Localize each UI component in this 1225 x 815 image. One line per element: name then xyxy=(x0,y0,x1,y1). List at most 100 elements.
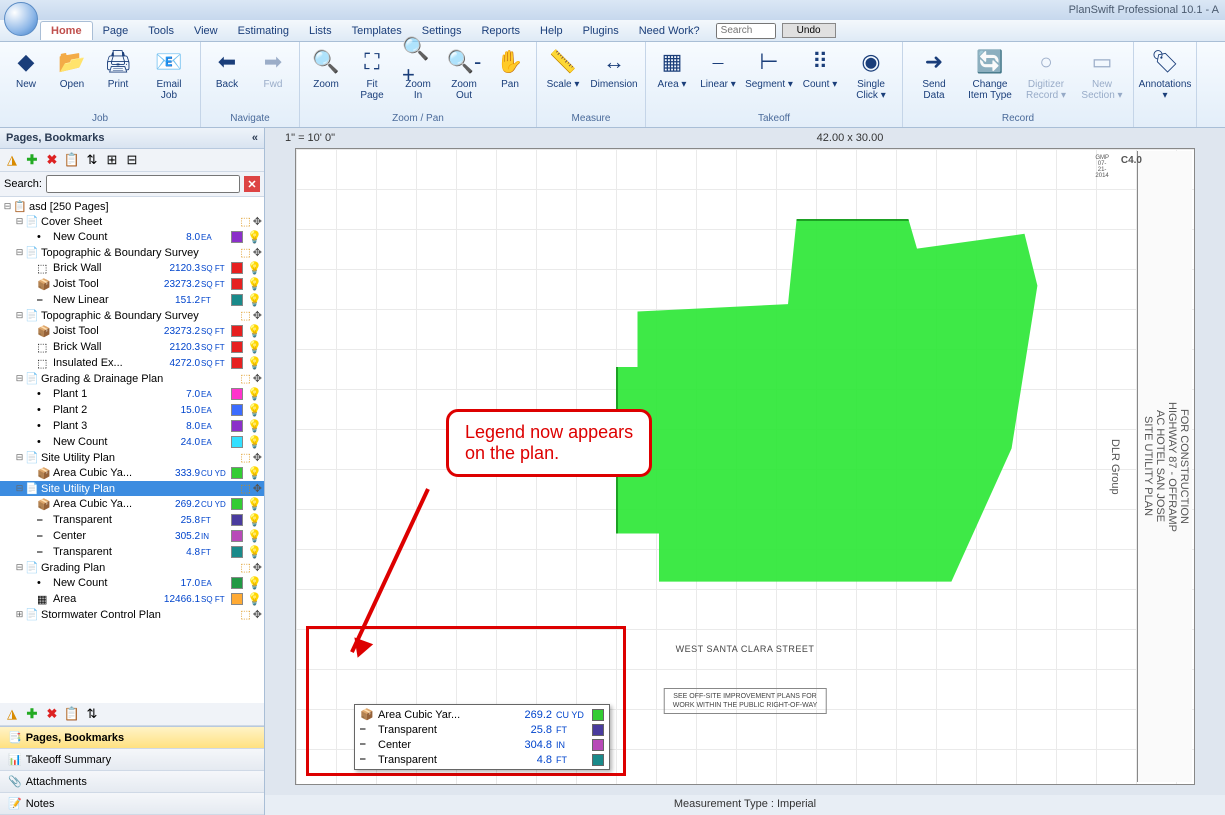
bulb-icon[interactable]: 💡 xyxy=(247,529,262,543)
tree-node[interactable]: ⊟📄Site Utility Plan⬚✥ xyxy=(0,450,264,465)
menu-tab-reports[interactable]: Reports xyxy=(471,22,530,40)
grip-icon[interactable]: ✥ xyxy=(253,561,262,574)
tag-icon[interactable]: ⬚ xyxy=(240,561,250,574)
tree-node[interactable]: 📦Area Cubic Ya...269.2CU YD💡 xyxy=(0,496,264,512)
color-swatch[interactable] xyxy=(231,294,243,306)
color-swatch[interactable] xyxy=(231,436,243,448)
expand-toggle[interactable]: ⊟ xyxy=(14,483,25,494)
tag-icon[interactable]: ⬚ xyxy=(240,215,250,228)
color-swatch[interactable] xyxy=(231,341,243,353)
tree-node[interactable]: •New Count24.0EA💡 xyxy=(0,434,264,450)
legend-row[interactable]: ⎯Transparent4.8FT xyxy=(357,752,607,767)
color-swatch[interactable] xyxy=(231,546,243,558)
grip-icon[interactable]: ✥ xyxy=(253,451,262,464)
undo-button[interactable]: Undo xyxy=(782,23,836,38)
tree-node[interactable]: ⬚Insulated Ex...4272.0SQ FT💡 xyxy=(0,355,264,371)
color-swatch[interactable] xyxy=(231,357,243,369)
tree-node[interactable]: ⊟📄Grading Plan⬚✥ xyxy=(0,560,264,575)
tree-node[interactable]: ⎯Transparent4.8FT💡 xyxy=(0,544,264,560)
color-swatch[interactable] xyxy=(231,577,243,589)
expand-toggle[interactable]: ⊟ xyxy=(14,452,25,463)
copy2-icon[interactable]: 📋 xyxy=(64,706,80,722)
expand-icon[interactable]: ⊞ xyxy=(104,152,120,168)
sidetab-notes[interactable]: 📝Notes xyxy=(0,793,264,815)
ribbon-back[interactable]: ⬅Back xyxy=(205,44,249,92)
ribbon-send-data[interactable]: ➜SendData xyxy=(907,44,961,103)
color-swatch[interactable] xyxy=(231,388,243,400)
expand-toggle[interactable]: ⊟ xyxy=(14,247,25,258)
bulb-icon[interactable]: 💡 xyxy=(247,545,262,559)
ribbon-linear-[interactable]: ⎯Linear ▾ xyxy=(696,44,740,92)
ribbon-annotations-[interactable]: 🏷Annotations ▾ xyxy=(1138,44,1192,103)
bulb-icon[interactable]: 💡 xyxy=(247,403,262,417)
tree-node[interactable]: •Plant 17.0EA💡 xyxy=(0,386,264,402)
tag-icon[interactable]: ⬚ xyxy=(240,608,250,621)
filter2-icon[interactable]: ◮ xyxy=(4,706,20,722)
tree-node[interactable]: ⊟📋asd [250 Pages] xyxy=(0,199,264,214)
add2-icon[interactable]: ✚ xyxy=(24,706,40,722)
expand-toggle[interactable]: ⊟ xyxy=(14,310,25,321)
add-icon[interactable]: ✚ xyxy=(24,152,40,168)
expand-toggle[interactable]: ⊟ xyxy=(14,562,25,573)
sidetab-pages-bookmarks[interactable]: 📑Pages, Bookmarks xyxy=(0,727,264,749)
tree-node[interactable]: 📦Joist Tool23273.2SQ FT💡 xyxy=(0,323,264,339)
page-tree[interactable]: ⊟📋asd [250 Pages]⊟📄Cover Sheet⬚✥ •New Cou… xyxy=(0,197,264,703)
expand-toggle[interactable]: ⊟ xyxy=(2,201,13,212)
ribbon-fit-page[interactable]: ⛶FitPage xyxy=(350,44,394,103)
sidebar-search-input[interactable] xyxy=(46,175,240,193)
color-swatch[interactable] xyxy=(231,514,243,526)
copy-icon[interactable]: 📋 xyxy=(64,152,80,168)
color-swatch[interactable] xyxy=(231,404,243,416)
menu-tab-help[interactable]: Help xyxy=(530,22,573,40)
expand-toggle[interactable]: ⊟ xyxy=(14,373,25,384)
bulb-icon[interactable]: 💡 xyxy=(247,497,262,511)
sidetab-takeoff-summary[interactable]: 📊Takeoff Summary xyxy=(0,749,264,771)
bulb-icon[interactable]: 💡 xyxy=(247,419,262,433)
menu-tab-tools[interactable]: Tools xyxy=(138,22,184,40)
tree-node[interactable]: ⊞📄Stormwater Control Plan⬚✥ xyxy=(0,607,264,622)
collapse-icon[interactable]: « xyxy=(252,132,258,144)
color-swatch[interactable] xyxy=(231,262,243,274)
menu-tab-home[interactable]: Home xyxy=(40,21,93,40)
color-swatch[interactable] xyxy=(231,593,243,605)
color-swatch[interactable] xyxy=(231,530,243,542)
ribbon-change-item-type[interactable]: 🔄ChangeItem Type xyxy=(963,44,1017,103)
tree-node[interactable]: ⊟📄Cover Sheet⬚✥ xyxy=(0,214,264,229)
menu-tab-view[interactable]: View xyxy=(184,22,228,40)
tag-icon[interactable]: ⬚ xyxy=(240,246,250,259)
tree-node[interactable]: 📦Area Cubic Ya...333.9CU YD💡 xyxy=(0,465,264,481)
color-swatch[interactable] xyxy=(231,498,243,510)
bulb-icon[interactable]: 💡 xyxy=(247,466,262,480)
ribbon-new[interactable]: ◆New xyxy=(4,44,48,92)
collapse-all-icon[interactable]: ⊟ xyxy=(124,152,140,168)
ribbon-scale-[interactable]: 📏Scale ▾ xyxy=(541,44,585,92)
ribbon-print[interactable]: 🖨Print xyxy=(96,44,140,92)
tree-node[interactable]: ⊟📄Topographic & Boundary Survey⬚✥ xyxy=(0,308,264,323)
menu-search-input[interactable] xyxy=(716,23,776,39)
sidetab-attachments[interactable]: 📎Attachments xyxy=(0,771,264,793)
ribbon-area-[interactable]: ▦Area ▾ xyxy=(650,44,694,92)
tree-node[interactable]: ⊟📄Topographic & Boundary Survey⬚✥ xyxy=(0,245,264,260)
tree-node[interactable]: ⎯New Linear151.2FT💡 xyxy=(0,292,264,308)
color-swatch[interactable] xyxy=(231,467,243,479)
ribbon-zoom[interactable]: 🔍Zoom xyxy=(304,44,348,92)
legend-row[interactable]: ⎯Transparent25.8FT xyxy=(357,722,607,737)
ribbon-zoom-in[interactable]: 🔍+ZoomIn xyxy=(396,44,440,103)
ribbon-zoom-out[interactable]: 🔍-ZoomOut xyxy=(442,44,486,103)
tree-node[interactable]: ⊟📄Site Utility Plan⬚✥ xyxy=(0,481,264,496)
menu-tab-page[interactable]: Page xyxy=(93,22,139,40)
menu-tab-needwork[interactable]: Need Work? xyxy=(629,22,710,40)
tree-node[interactable]: ▦Area12466.1SQ FT💡 xyxy=(0,591,264,607)
ribbon-email-job[interactable]: 📧EmailJob xyxy=(142,44,196,103)
tag-icon[interactable]: ⬚ xyxy=(240,451,250,464)
bulb-icon[interactable]: 💡 xyxy=(247,340,262,354)
bulb-icon[interactable]: 💡 xyxy=(247,261,262,275)
tree-node[interactable]: •Plant 38.0EA💡 xyxy=(0,418,264,434)
color-swatch[interactable] xyxy=(231,231,243,243)
tag-icon[interactable]: ⬚ xyxy=(240,309,250,322)
tree-node[interactable]: •New Count17.0EA💡 xyxy=(0,575,264,591)
grip-icon[interactable]: ✥ xyxy=(253,246,262,259)
delete2-icon[interactable]: ✖ xyxy=(44,706,60,722)
legend-row[interactable]: ⎯Center304.8IN xyxy=(357,737,607,752)
bulb-icon[interactable]: 💡 xyxy=(247,277,262,291)
